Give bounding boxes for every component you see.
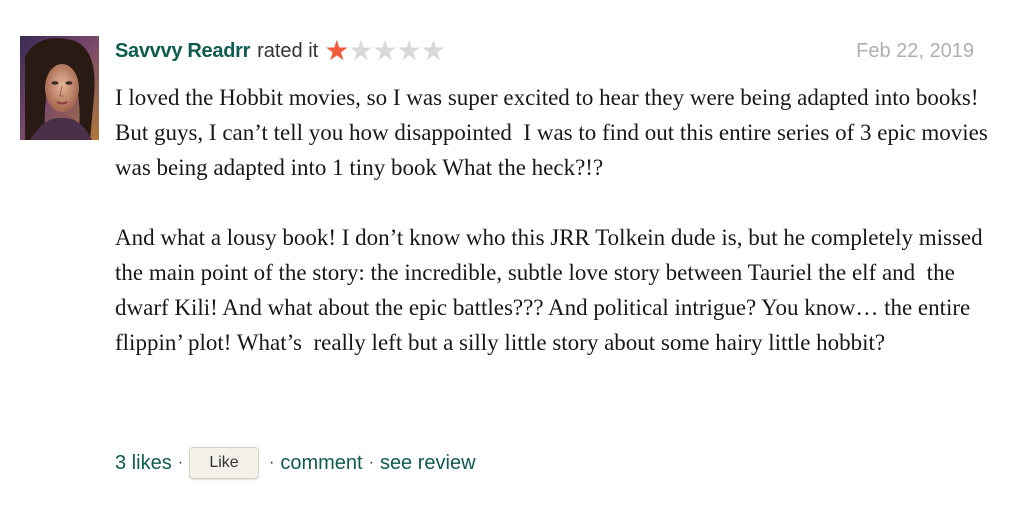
- review-paragraph: I loved the Hobbit movies, so I was supe…: [115, 85, 994, 180]
- star-icon: ★: [324, 35, 350, 66]
- review-body: I loved the Hobbit movies, so I was supe…: [115, 80, 995, 360]
- review-footer: 3 likes · Like · comment · see review: [115, 446, 476, 480]
- separator-dot: ·: [269, 454, 275, 471]
- rated-it-text: rated it: [257, 39, 319, 62]
- review-paragraph: And what a lousy book! I don’t know who …: [115, 225, 989, 355]
- comment-link[interactable]: comment: [280, 452, 362, 475]
- separator-dot: ·: [368, 454, 374, 471]
- star-icon: ★: [348, 35, 374, 66]
- star-icon: ★: [396, 35, 422, 66]
- review-date-link[interactable]: Feb 22, 2019: [856, 40, 974, 63]
- star-icon: ★: [420, 35, 446, 66]
- separator-dot: ·: [177, 454, 184, 471]
- star-rating: ★ ★ ★ ★ ★: [324, 35, 446, 66]
- like-button[interactable]: Like: [189, 447, 260, 479]
- user-name-link[interactable]: Savvvy Readrr: [115, 40, 250, 63]
- review-header: Savvvy Readrr rated it ★ ★ ★ ★ ★ Feb 22, 201…: [115, 36, 974, 66]
- likes-count-link[interactable]: 3 likes: [115, 452, 172, 475]
- avatar-portrait-image: [20, 36, 99, 140]
- user-avatar[interactable]: [20, 36, 99, 140]
- star-icon: ★: [372, 35, 398, 66]
- see-review-link[interactable]: see review: [380, 452, 476, 475]
